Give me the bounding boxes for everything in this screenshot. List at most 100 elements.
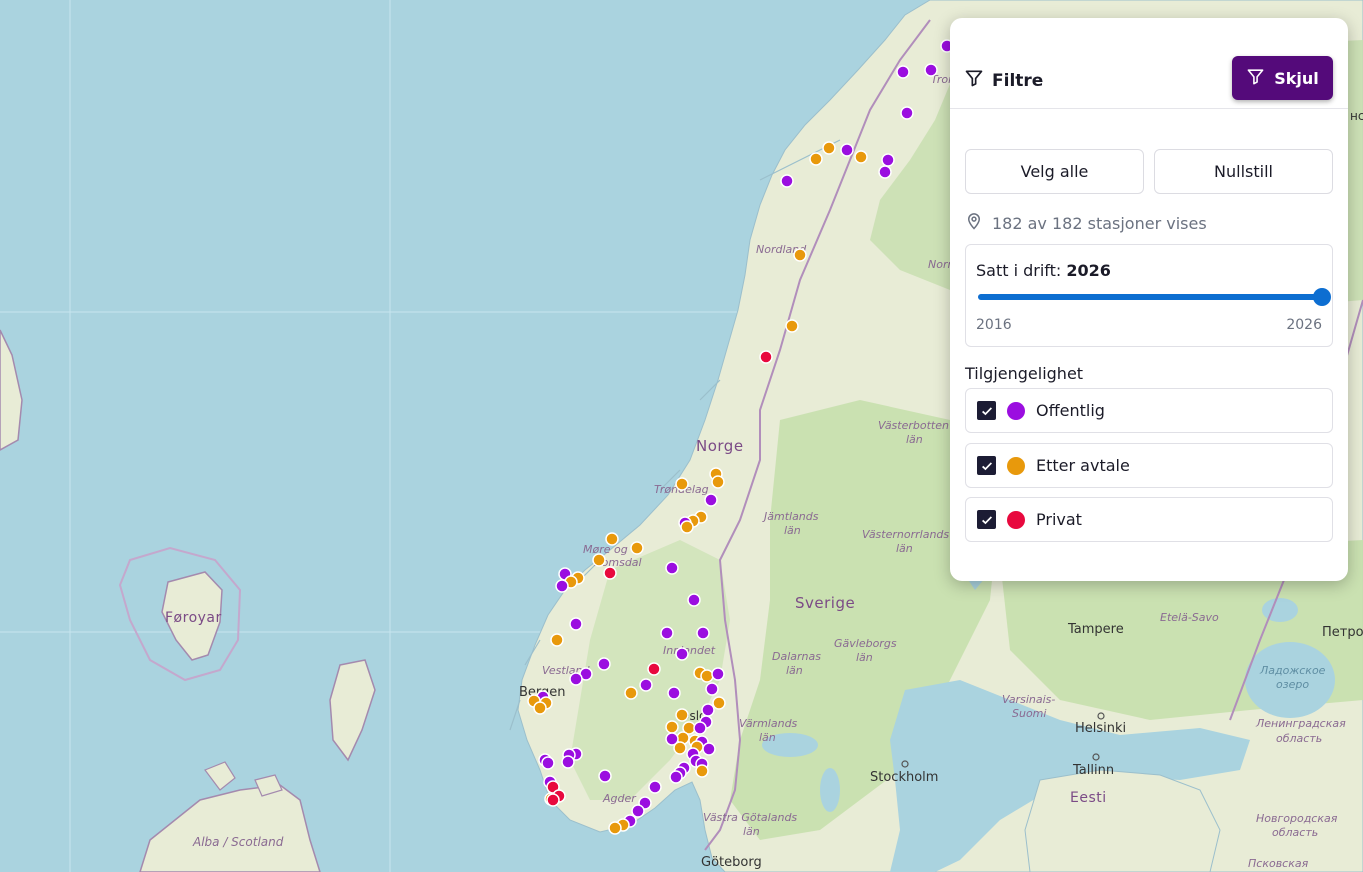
station-marker-public[interactable]: [555, 579, 569, 593]
station-marker-by-agreement[interactable]: [785, 319, 799, 333]
station-marker-public[interactable]: [667, 686, 681, 700]
checkbox-private[interactable]: [977, 510, 996, 529]
station-marker-by-agreement[interactable]: [854, 150, 868, 164]
station-marker-by-agreement[interactable]: [675, 708, 689, 722]
option-by-agreement-label: Etter avtale: [1036, 456, 1130, 475]
station-marker-public[interactable]: [597, 657, 611, 671]
label-vasterbotten: Västerbotten: [878, 419, 949, 432]
station-marker-by-agreement[interactable]: [624, 686, 638, 700]
availability-title: Tilgjengelighet: [965, 364, 1084, 383]
station-marker-public[interactable]: [840, 143, 854, 157]
filter-panel: Filtre Skjul Velg alle Nullstill 182 av …: [950, 18, 1348, 581]
label-helsinki: Helsinki: [1075, 721, 1126, 736]
station-marker-public[interactable]: [648, 780, 662, 794]
year-max-label: 2026: [1286, 317, 1322, 333]
station-marker-by-agreement[interactable]: [673, 741, 687, 755]
station-marker-public[interactable]: [669, 770, 683, 784]
option-public[interactable]: Offentlig: [965, 388, 1333, 433]
year-slider-thumb[interactable]: [1313, 288, 1331, 306]
station-marker-by-agreement[interactable]: [793, 248, 807, 262]
station-marker-private[interactable]: [759, 350, 773, 364]
station-marker-public[interactable]: [631, 804, 645, 818]
station-marker-by-agreement[interactable]: [822, 141, 836, 155]
station-marker-public[interactable]: [569, 672, 583, 686]
station-marker-public[interactable]: [675, 647, 689, 661]
year-filter: Satt i drift: 2026 2016 2026: [965, 244, 1333, 347]
station-marker-public[interactable]: [702, 742, 716, 756]
station-marker-by-agreement[interactable]: [608, 821, 622, 835]
station-marker-by-agreement[interactable]: [809, 152, 823, 166]
station-marker-by-agreement[interactable]: [675, 477, 689, 491]
label-ladoga-1: Ладожское: [1259, 664, 1326, 677]
station-marker-public[interactable]: [704, 493, 718, 507]
station-marker-by-agreement[interactable]: [700, 669, 714, 683]
hide-filter-button[interactable]: Skjul: [1232, 56, 1333, 100]
station-marker-public[interactable]: [696, 626, 710, 640]
label-gavleborgs: Gävleborgs: [834, 637, 897, 650]
label-scotland: Alba / Scotland: [192, 835, 284, 849]
station-marker-public[interactable]: [705, 682, 719, 696]
station-marker-by-agreement[interactable]: [711, 475, 725, 489]
year-slider-fill: [978, 294, 1322, 300]
reset-button[interactable]: Nullstill: [1154, 149, 1333, 194]
label-norway: Norge: [696, 437, 744, 455]
filter-actions: Velg alle Nullstill: [965, 149, 1333, 194]
station-marker-public[interactable]: [780, 174, 794, 188]
station-marker-public[interactable]: [693, 721, 707, 735]
station-marker-by-agreement[interactable]: [592, 553, 606, 567]
filter-title: Filtre: [964, 68, 1043, 93]
station-marker-private[interactable]: [546, 793, 560, 807]
year-slider[interactable]: [978, 288, 1331, 306]
label-more: Møre og: [583, 543, 628, 556]
label-vastra-gotalands-lan: län: [743, 825, 760, 838]
checkbox-by-agreement[interactable]: [977, 456, 996, 475]
label-varmlands-lan: län: [759, 731, 776, 744]
station-marker-by-agreement[interactable]: [605, 532, 619, 546]
hide-filter-label: Skjul: [1274, 68, 1319, 88]
option-private[interactable]: Privat: [965, 497, 1333, 542]
station-marker-public[interactable]: [598, 769, 612, 783]
filter-panel-header: Filtre Skjul: [950, 18, 1348, 109]
label-pskov: Псковская: [1248, 857, 1309, 870]
by-agreement-color-dot: [1007, 456, 1025, 475]
station-marker-public[interactable]: [896, 65, 910, 79]
station-marker-public[interactable]: [701, 703, 715, 717]
label-suomi: Suomi: [1012, 707, 1046, 720]
option-private-label: Privat: [1036, 510, 1082, 529]
station-marker-public[interactable]: [711, 667, 725, 681]
station-marker-public[interactable]: [687, 593, 701, 607]
station-marker-private[interactable]: [603, 566, 617, 580]
label-leningrad-2: область: [1276, 732, 1322, 745]
year-filter-value: 2026: [1066, 261, 1111, 280]
station-marker-by-agreement[interactable]: [712, 696, 726, 710]
station-marker-by-agreement[interactable]: [533, 701, 547, 715]
label-etela-savo: Etelä-Savo: [1160, 611, 1219, 624]
station-marker-private[interactable]: [647, 662, 661, 676]
station-marker-public[interactable]: [881, 153, 895, 167]
station-marker-by-agreement[interactable]: [550, 633, 564, 647]
option-by-agreement[interactable]: Etter avtale: [965, 443, 1333, 488]
label-varmlands: Värmlands: [739, 717, 798, 730]
station-marker-public[interactable]: [878, 165, 892, 179]
station-marker-public[interactable]: [561, 755, 575, 769]
label-hsk: нск: [1350, 109, 1363, 123]
filter-icon: [1246, 67, 1265, 90]
station-marker-by-agreement[interactable]: [665, 720, 679, 734]
station-count-text: 182 av 182 stasjoner vises: [992, 213, 1207, 233]
station-marker-public[interactable]: [665, 561, 679, 575]
station-marker-by-agreement[interactable]: [630, 541, 644, 555]
station-marker-public[interactable]: [924, 63, 938, 77]
station-marker-public[interactable]: [900, 106, 914, 120]
station-marker-public[interactable]: [541, 756, 555, 770]
checkbox-public[interactable]: [977, 401, 996, 420]
station-marker-public[interactable]: [569, 617, 583, 631]
station-marker-by-agreement[interactable]: [680, 520, 694, 534]
select-all-button[interactable]: Velg alle: [965, 149, 1144, 194]
label-novgorod-1: Новгородская: [1256, 812, 1338, 825]
station-marker-by-agreement[interactable]: [695, 764, 709, 778]
check-icon: [981, 406, 992, 415]
label-eesti: Eesti: [1070, 790, 1107, 806]
station-marker-public[interactable]: [639, 678, 653, 692]
station-marker-public[interactable]: [660, 626, 674, 640]
lake-vattern: [820, 768, 840, 812]
